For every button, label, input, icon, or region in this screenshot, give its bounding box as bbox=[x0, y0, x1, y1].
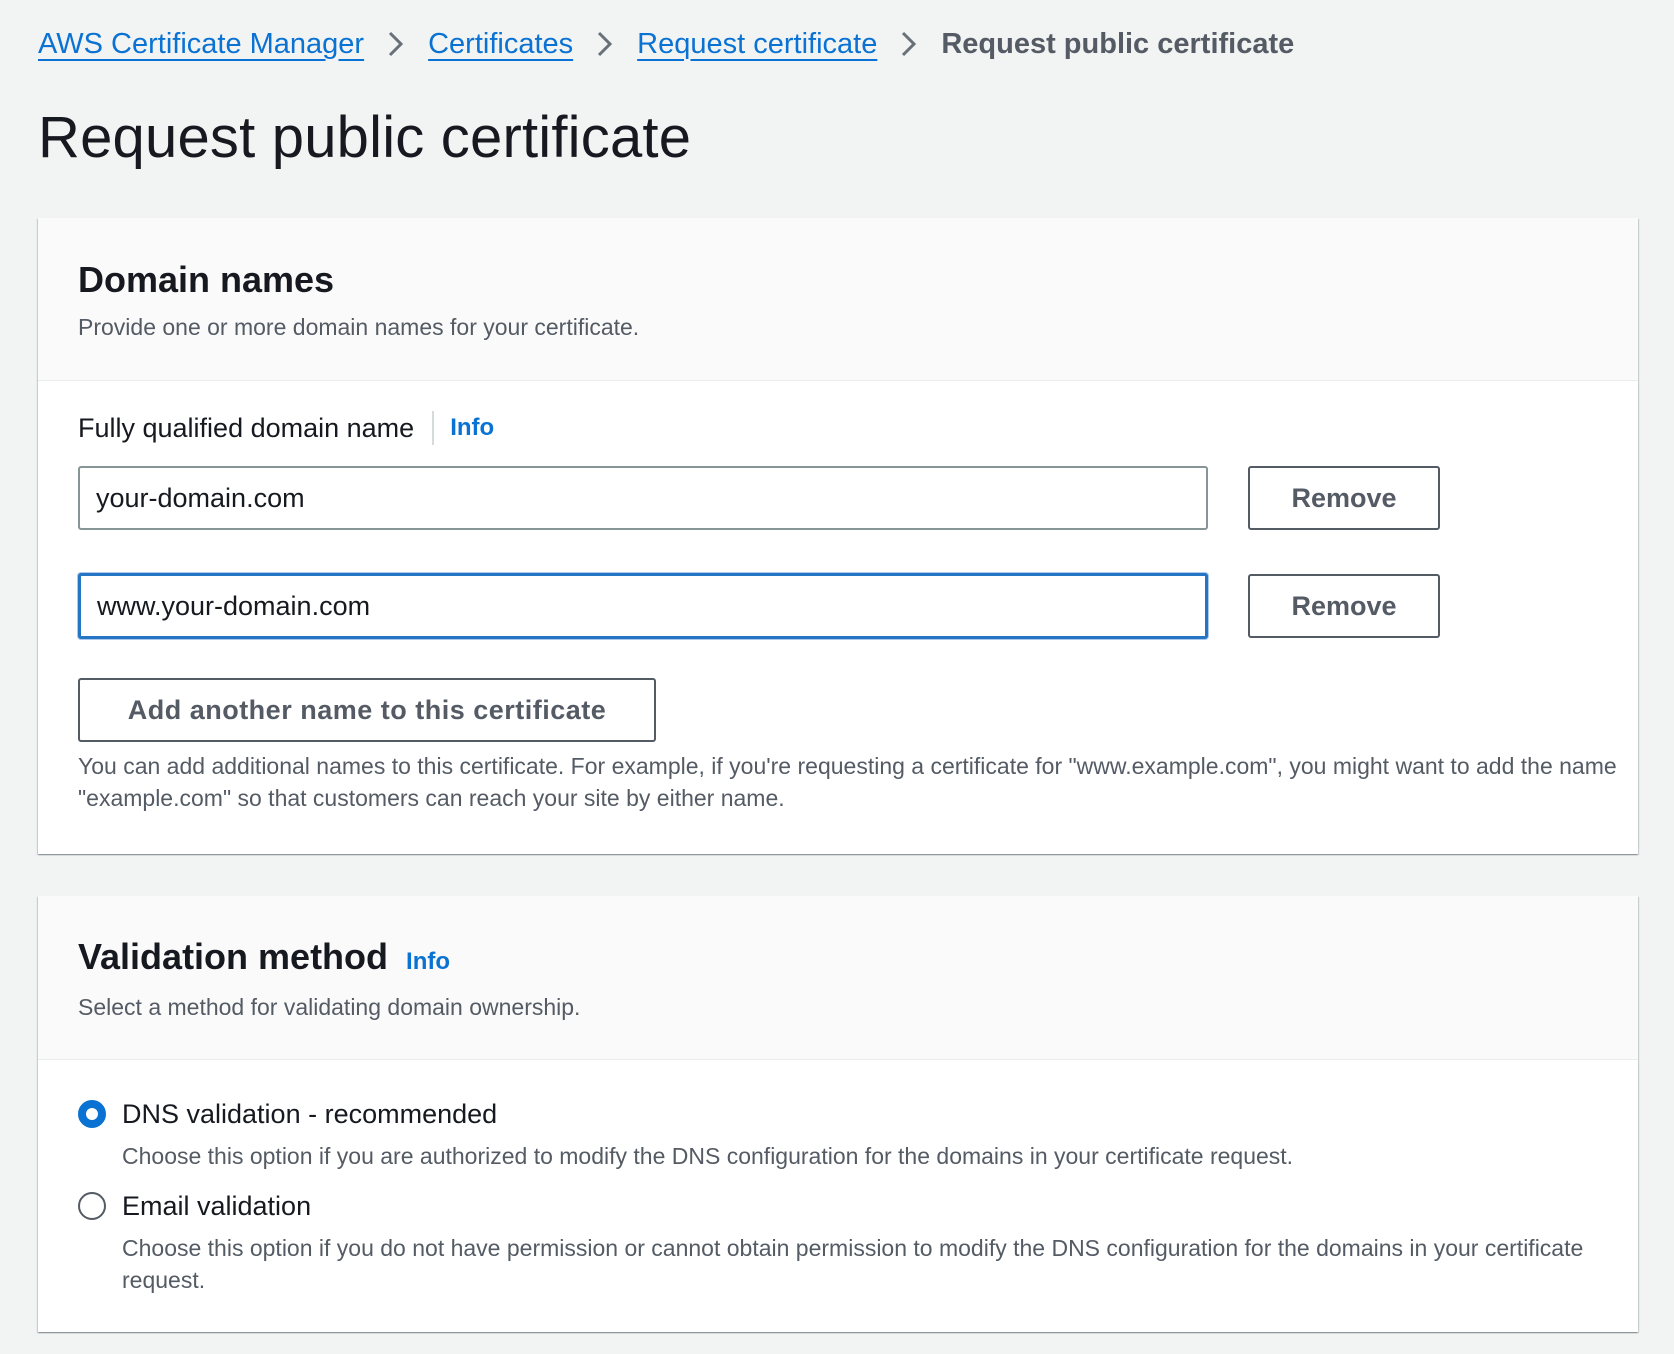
label-divider bbox=[432, 411, 435, 445]
fqdn-label: Fully qualified domain name bbox=[78, 412, 415, 443]
breadcrumb-link-acm[interactable]: AWS Certificate Manager bbox=[38, 28, 364, 61]
breadcrumb: AWS Certificate Manager Certificates Req… bbox=[38, 24, 1294, 64]
domain-input-2[interactable] bbox=[78, 573, 1208, 639]
domain-names-description: Provide one or more domain names for you… bbox=[78, 314, 640, 340]
validation-title-row: Validation method Info bbox=[78, 936, 1598, 980]
chevron-right-icon bbox=[877, 24, 941, 64]
domain-names-title: Domain names bbox=[78, 259, 335, 300]
domain-names-panel: Domain names Provide one or more domain … bbox=[38, 218, 1638, 854]
breadcrumb-link-certificates[interactable]: Certificates bbox=[428, 28, 573, 61]
add-domain-hint: You can add additional names to this cer… bbox=[78, 753, 1617, 811]
validation-method-panel: Validation method Info Select a method f… bbox=[38, 896, 1638, 1332]
dns-validation-label[interactable]: DNS validation - recommended bbox=[122, 1099, 497, 1130]
dns-validation-row: DNS validation - recommended bbox=[78, 1094, 1642, 1134]
validation-info-link[interactable]: Info bbox=[406, 948, 450, 976]
breadcrumb-link-request-certificate[interactable]: Request certificate bbox=[637, 28, 877, 61]
dns-validation-option[interactable]: DNS validation - recommended Choose this… bbox=[78, 1094, 1642, 1172]
email-validation-row: Email validation bbox=[78, 1186, 1642, 1226]
chevron-right-icon bbox=[573, 24, 637, 64]
dns-validation-description: Choose this option if you are authorized… bbox=[122, 1143, 1294, 1169]
email-validation-option[interactable]: Email validation Choose this option if y… bbox=[78, 1186, 1642, 1296]
chevron-right-icon bbox=[364, 24, 428, 64]
domain-names-header: Domain names Provide one or more domain … bbox=[38, 218, 1638, 381]
add-domain-name-button[interactable]: Add another name to this certificate bbox=[78, 678, 656, 742]
dns-validation-radio[interactable] bbox=[78, 1100, 106, 1128]
domain-input-1[interactable] bbox=[78, 466, 1208, 530]
email-validation-label[interactable]: Email validation bbox=[122, 1191, 311, 1222]
fqdn-info-link[interactable]: Info bbox=[450, 414, 494, 442]
remove-domain-1-button[interactable]: Remove bbox=[1248, 466, 1440, 530]
validation-method-description: Select a method for validating domain ow… bbox=[78, 994, 581, 1020]
fqdn-label-row: Fully qualified domain name Info bbox=[78, 408, 494, 448]
remove-domain-2-button[interactable]: Remove bbox=[1248, 574, 1440, 638]
email-validation-radio[interactable] bbox=[78, 1192, 106, 1220]
page-title: Request public certificate bbox=[38, 105, 692, 170]
email-validation-description: Choose this option if you do not have pe… bbox=[122, 1235, 1584, 1293]
breadcrumb-current: Request public certificate bbox=[941, 27, 1295, 60]
validation-method-title: Validation method bbox=[78, 936, 389, 977]
page: AWS Certificate Manager Certificates Req… bbox=[0, 0, 1674, 1354]
validation-method-header: Validation method Info Select a method f… bbox=[38, 896, 1638, 1060]
